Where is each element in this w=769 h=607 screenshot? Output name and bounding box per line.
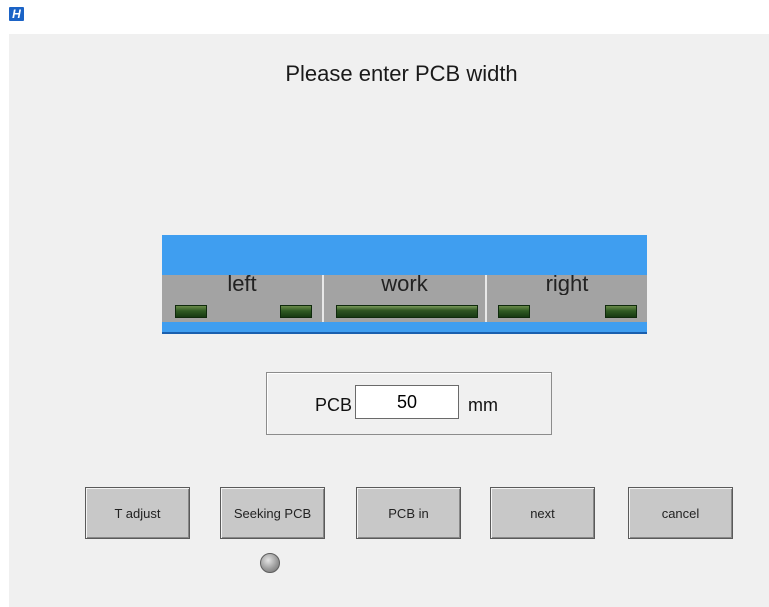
next-button[interactable]: next <box>490 487 595 539</box>
conveyor-bottom-rail <box>162 322 647 334</box>
right-entry-sensor-led <box>498 305 530 318</box>
conveyor-top-rail <box>162 235 647 275</box>
segment-label-right: right <box>545 273 589 295</box>
pcb-width-unit: mm <box>468 395 498 415</box>
right-exit-sensor-led <box>605 305 637 318</box>
segment-label-work: work <box>381 273 428 295</box>
left-entry-sensor-led <box>175 305 207 318</box>
pcb-width-group: PCB mm <box>266 372 552 435</box>
seeking-status-indicator-icon <box>260 553 280 573</box>
main-panel: Please enter PCB width left work right P… <box>9 34 769 607</box>
pcb-width-input[interactable] <box>355 385 459 419</box>
pcb-width-label: PCB <box>315 395 353 415</box>
page-title: Please enter PCB width <box>285 61 518 86</box>
pcb-in-button[interactable]: PCB in <box>356 487 461 539</box>
seeking-pcb-button[interactable]: Seeking PCB <box>220 487 325 539</box>
work-sensor-led <box>336 305 478 318</box>
segment-label-left: left <box>227 273 257 295</box>
app-logo-icon: H <box>9 7 24 21</box>
t-adjust-button[interactable]: T adjust <box>85 487 190 539</box>
conveyor-diagram: left work right <box>162 235 647 335</box>
left-exit-sensor-led <box>280 305 312 318</box>
cancel-button[interactable]: cancel <box>628 487 733 539</box>
